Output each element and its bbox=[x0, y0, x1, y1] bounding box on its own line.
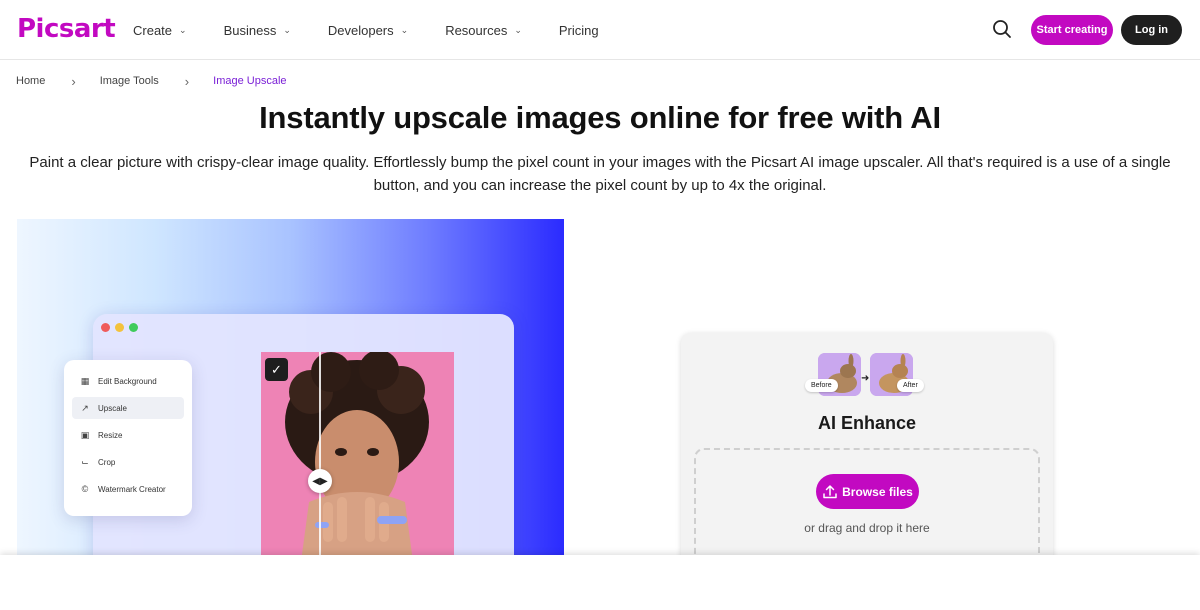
nav-developers-label: Developers bbox=[327, 22, 394, 38]
nav-business[interactable]: Business ⌄ bbox=[224, 23, 291, 38]
copyright-icon: © bbox=[81, 484, 89, 494]
before-label: Before bbox=[805, 379, 838, 392]
tool-label: Edit Background bbox=[98, 376, 157, 386]
checkbox-checked-icon[interactable]: ✓ bbox=[265, 358, 288, 381]
nav-pricing-label: Pricing bbox=[558, 22, 599, 38]
file-drop-zone[interactable]: Browse files or drag and drop it here bbox=[694, 448, 1040, 568]
browse-files-label: Browse files bbox=[842, 484, 913, 499]
page-title: Instantly upscale images online for free… bbox=[259, 100, 941, 135]
login-button[interactable]: Log in bbox=[1121, 15, 1182, 45]
picsart-logo[interactable]: Picsart bbox=[17, 14, 116, 44]
main-nav: Create ⌄ Business ⌄ Developers ⌄ Resourc… bbox=[133, 0, 636, 60]
tool-upscale[interactable]: ↗ Upscale bbox=[72, 397, 184, 419]
crop-icon: ⌙ bbox=[81, 456, 89, 467]
page-description: Paint a clear picture with crispy-clear … bbox=[29, 154, 1171, 194]
upload-icon bbox=[823, 484, 837, 498]
tool-crop[interactable]: ⌙ Crop bbox=[72, 451, 184, 473]
top-navigation-bar: Picsart Create ⌄ Business ⌄ Developers ⌄… bbox=[0, 0, 1200, 60]
chevron-down-icon: ⌄ bbox=[514, 24, 522, 35]
arrow-right-icon: ➜ bbox=[861, 373, 870, 384]
chevron-down-icon: ⌄ bbox=[179, 24, 187, 35]
window-maximize-dot bbox=[129, 323, 138, 332]
nav-developers[interactable]: Developers ⌄ bbox=[328, 23, 408, 38]
nav-business-label: Business bbox=[223, 22, 277, 38]
portrait-photo bbox=[261, 352, 454, 555]
drop-hint-text: or drag and drop it here bbox=[804, 521, 930, 535]
after-label: After bbox=[897, 379, 924, 392]
nav-pricing[interactable]: Pricing bbox=[559, 23, 599, 38]
tool-watermark-creator[interactable]: © Watermark Creator bbox=[72, 478, 184, 500]
breadcrumb-image-tools[interactable]: Image Tools bbox=[100, 75, 159, 87]
breadcrumb: Home › Image Tools › Image Upscale bbox=[16, 72, 287, 90]
tool-label: Watermark Creator bbox=[98, 484, 166, 494]
nav-resources-label: Resources bbox=[445, 22, 508, 38]
chevron-down-icon: ⌄ bbox=[400, 24, 409, 35]
chevron-right-icon: › bbox=[71, 73, 76, 89]
breadcrumb-home[interactable]: Home bbox=[16, 75, 45, 87]
nav-create-label: Create bbox=[133, 22, 173, 38]
resize-icon: ▣ bbox=[80, 429, 90, 440]
chevron-right-icon: › bbox=[184, 73, 190, 89]
uploader-title: AI Enhance bbox=[817, 413, 917, 433]
window-close-dot bbox=[101, 323, 110, 332]
search-icon[interactable] bbox=[991, 18, 1013, 40]
upscale-icon: ↗ bbox=[81, 402, 89, 413]
bottom-fold-overlay bbox=[0, 555, 1200, 610]
window-minimize-dot bbox=[115, 323, 124, 332]
tool-label: Crop bbox=[98, 457, 116, 467]
ai-enhance-upload-card: ➜ Before After AI Enhance Browse files o… bbox=[681, 333, 1053, 573]
breadcrumb-current: Image Upscale bbox=[213, 75, 287, 87]
start-creating-button[interactable]: Start creating bbox=[1031, 15, 1113, 45]
compare-divider bbox=[319, 352, 321, 555]
tool-label: Resize bbox=[98, 430, 123, 440]
grid-icon: ▦ bbox=[80, 375, 90, 386]
nav-resources[interactable]: Resources ⌄ bbox=[445, 23, 522, 38]
tool-label: Upscale bbox=[98, 403, 127, 413]
browse-files-button[interactable]: Browse files bbox=[816, 474, 919, 509]
upscale-preview-illustration: ✓ ◀▶ ▦ Edit Background ↗ Upscale ▣ Resiz… bbox=[17, 219, 564, 555]
tools-menu: ▦ Edit Background ↗ Upscale ▣ Resize ⌙ C… bbox=[64, 360, 192, 516]
compare-slider-handle[interactable]: ◀▶ bbox=[308, 469, 332, 493]
chevron-down-icon: ⌄ bbox=[283, 24, 291, 35]
nav-create[interactable]: Create ⌄ bbox=[133, 23, 187, 38]
tool-edit-background[interactable]: ▦ Edit Background bbox=[72, 370, 184, 392]
tool-resize[interactable]: ▣ Resize bbox=[72, 424, 184, 446]
